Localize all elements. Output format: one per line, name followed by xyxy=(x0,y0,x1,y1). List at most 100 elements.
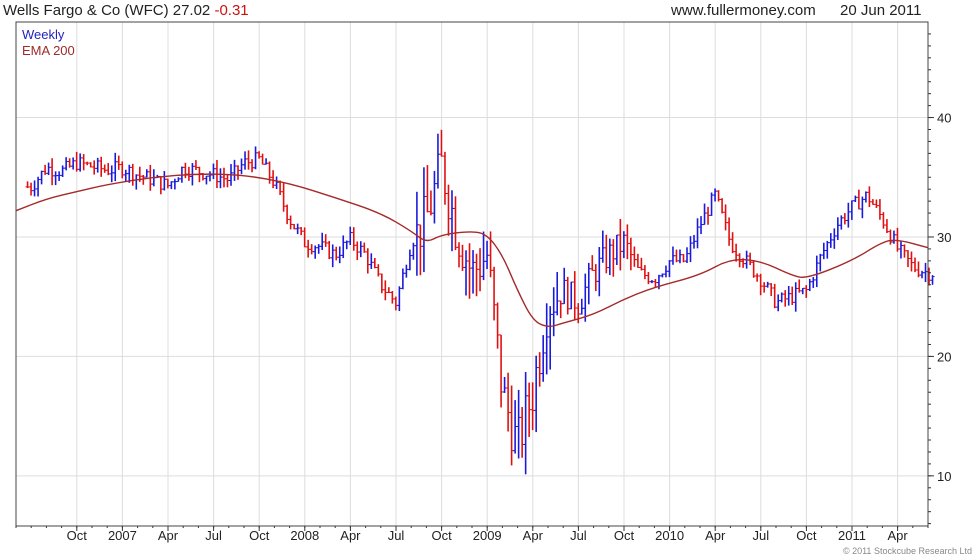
weekly-bar xyxy=(551,287,556,337)
x-tick-label: Oct xyxy=(614,528,635,543)
weekly-bar xyxy=(309,244,314,255)
weekly-bar xyxy=(579,298,584,315)
weekly-bar xyxy=(576,303,581,324)
weekly-bar xyxy=(653,279,658,288)
weekly-bar xyxy=(688,236,693,263)
weekly-bar xyxy=(811,277,816,288)
weekly-bar xyxy=(516,389,521,459)
weekly-bar xyxy=(144,169,149,178)
weekly-bar xyxy=(204,175,209,185)
weekly-bar xyxy=(218,168,223,189)
weekly-bar xyxy=(78,153,83,172)
weekly-bar xyxy=(534,355,539,433)
x-tick-label: Oct xyxy=(796,528,817,543)
weekly-bar xyxy=(134,174,139,190)
weekly-bar xyxy=(481,231,486,281)
weekly-bar xyxy=(232,159,237,181)
weekly-bar xyxy=(565,276,570,315)
weekly-bar xyxy=(313,245,318,259)
weekly-bar xyxy=(769,283,774,296)
weekly-bar xyxy=(348,226,353,246)
x-tick-label: 2011 xyxy=(838,528,866,543)
weekly-bar xyxy=(109,165,114,183)
weekly-bar xyxy=(898,240,903,259)
weekly-bar xyxy=(674,249,679,263)
weekly-bar xyxy=(583,273,588,322)
weekly-bar xyxy=(706,206,711,225)
weekly-bar xyxy=(295,223,300,235)
weekly-bar xyxy=(327,240,332,260)
weekly-bar xyxy=(916,261,921,278)
weekly-bar xyxy=(453,196,458,251)
weekly-bar xyxy=(548,306,553,370)
weekly-bar xyxy=(537,352,542,387)
weekly-bar xyxy=(912,257,917,273)
weekly-bar xyxy=(790,286,795,306)
weekly-bar xyxy=(920,270,925,279)
weekly-bar xyxy=(628,237,633,271)
weekly-bar xyxy=(225,173,230,188)
weekly-bar xyxy=(253,146,258,170)
weekly-bar xyxy=(755,273,760,282)
weekly-bar xyxy=(765,281,770,288)
weekly-bar xyxy=(734,243,739,262)
weekly-bar xyxy=(449,190,454,252)
weekly-bar xyxy=(418,224,423,276)
weekly-bar xyxy=(930,275,935,285)
x-tick-label: 2009 xyxy=(473,528,502,543)
weekly-bar xyxy=(506,372,511,432)
weekly-bar xyxy=(828,233,833,248)
weekly-bar xyxy=(748,252,753,266)
weekly-bar xyxy=(632,246,637,267)
weekly-bar xyxy=(39,170,44,185)
y-tick-label: 30 xyxy=(937,230,951,245)
footer-credit: © 2011 Stockcube Research Ltd xyxy=(842,546,972,556)
weekly-bar xyxy=(695,218,700,249)
legend-ema: EMA 200 xyxy=(22,43,75,58)
weekly-bar xyxy=(274,176,279,190)
weekly-bar xyxy=(471,250,476,294)
weekly-bar xyxy=(334,246,339,261)
weekly-bar xyxy=(50,158,55,186)
weekly-bar xyxy=(362,242,367,253)
weekly-bar xyxy=(720,198,725,214)
x-tick-label: Apr xyxy=(523,528,544,543)
weekly-bar xyxy=(36,176,41,197)
x-tick-label: Jul xyxy=(388,528,405,543)
weekly-bar xyxy=(474,253,479,297)
weekly-bar xyxy=(99,156,104,177)
weekly-bar xyxy=(369,253,374,269)
weekly-bar xyxy=(271,170,276,189)
weekly-bar xyxy=(456,242,461,268)
weekly-bar xyxy=(393,296,398,311)
weekly-bar xyxy=(709,192,714,216)
weekly-bar xyxy=(372,258,377,269)
weekly-bar xyxy=(618,218,623,271)
weekly-bar xyxy=(639,257,644,271)
x-tick-label: Oct xyxy=(249,528,270,543)
weekly-bar xyxy=(649,280,654,284)
weekly-bar xyxy=(81,154,86,171)
weekly-bar xyxy=(386,287,391,294)
weekly-bar xyxy=(478,248,483,292)
weekly-bar xyxy=(400,268,405,290)
weekly-bar xyxy=(442,151,447,205)
weekly-bar xyxy=(776,294,781,312)
weekly-bar xyxy=(863,191,868,203)
weekly-bar xyxy=(762,282,767,293)
x-tick-label: Oct xyxy=(431,528,452,543)
weekly-bar xyxy=(527,382,532,437)
x-tick-label: Jul xyxy=(205,528,222,543)
weekly-bar xyxy=(604,234,609,274)
weekly-bar xyxy=(88,162,93,168)
y-tick-label: 10 xyxy=(937,469,951,484)
weekly-bar xyxy=(621,231,626,259)
weekly-bar xyxy=(677,249,682,264)
weekly-bar xyxy=(292,223,297,230)
weekly-bar xyxy=(383,280,388,301)
weekly-bar xyxy=(288,215,293,230)
weekly-bar xyxy=(877,199,882,220)
weekly-bar xyxy=(341,235,346,259)
weekly-bar xyxy=(786,286,791,306)
weekly-bar xyxy=(299,227,304,236)
